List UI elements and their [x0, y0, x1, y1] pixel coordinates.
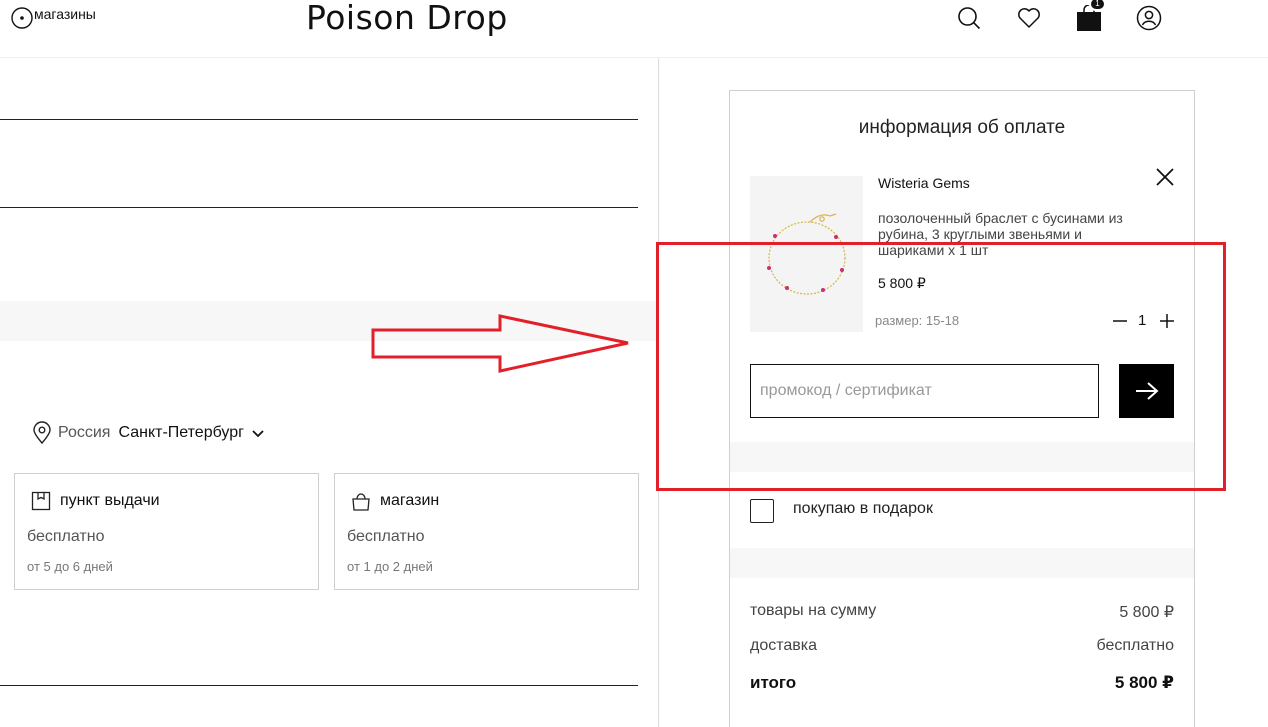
grand-total-value: 5 800 ₽	[1114, 673, 1174, 692]
location-pin-icon	[11, 7, 33, 29]
bracelet-image	[767, 213, 846, 295]
annotation-arrow	[371, 314, 629, 373]
pickup-box-icon	[31, 491, 51, 511]
gift-checkbox[interactable]	[750, 499, 774, 523]
section-band	[730, 442, 1194, 472]
location-selector[interactable]: Россия Санкт-Петербург	[32, 421, 266, 445]
cart-count-badge: 1	[1089, 0, 1106, 11]
delivery-option-title: пункт выдачи	[60, 492, 160, 509]
goods-total-value: 5 800 ₽	[1119, 604, 1174, 621]
summary-title: информация об оплате	[858, 117, 1066, 138]
logo[interactable]: Poison Drop	[306, 0, 508, 37]
stores-link[interactable]: магазины	[10, 6, 96, 29]
shopping-bag-icon	[352, 493, 370, 511]
delivery-value: бесплатно	[1096, 637, 1175, 654]
site-header: магазины Poison Drop 1	[0, 0, 1268, 58]
goods-total-row: товары на сумму 5 800 ₽	[750, 602, 1174, 622]
delivery-option-price: бесплатно	[347, 528, 425, 545]
delivery-option-title: магазин	[380, 492, 440, 509]
apply-promo-button[interactable]	[1119, 364, 1174, 418]
delivery-option-days: от 1 до 2 дней	[347, 559, 433, 574]
delivery-option-pickup[interactable]: пункт выдачи бесплатно от 5 до 6 дней	[14, 473, 319, 590]
quantity-value: 1	[1138, 312, 1147, 329]
product-size: размер: 15-18	[875, 313, 960, 328]
goods-total-label: товары на сумму	[750, 602, 877, 619]
divider	[0, 207, 638, 208]
chevron-down-icon	[252, 430, 264, 438]
arrow-right-icon	[1135, 382, 1159, 400]
divider	[0, 685, 638, 686]
user-icon[interactable]	[1136, 5, 1162, 31]
promo-code-input[interactable]	[750, 364, 1099, 418]
gift-label[interactable]: покупаю в подарок	[793, 500, 933, 518]
delivery-label: доставка	[750, 637, 818, 654]
location-country: Россия	[58, 424, 111, 441]
location-city: Санкт-Петербург	[118, 424, 244, 441]
delivery-option-price: бесплатно	[27, 528, 105, 545]
column-divider	[658, 58, 659, 727]
location-marker-icon	[33, 421, 51, 445]
grand-total-row: итого 5 800 ₽	[750, 673, 1174, 693]
delivery-row: доставка бесплатно	[750, 637, 1174, 655]
product-name[interactable]: Wisteria Gems	[878, 175, 970, 191]
grand-total-label: итого	[750, 673, 797, 692]
divider	[0, 119, 638, 120]
product-image[interactable]	[750, 176, 863, 332]
product-price: 5 800 ₽	[878, 275, 926, 291]
delivery-option-store[interactable]: магазин бесплатно от 1 до 2 дней	[334, 473, 639, 590]
search-icon[interactable]	[956, 5, 982, 31]
quantity-increase-button[interactable]	[1158, 312, 1176, 330]
close-icon[interactable]	[1154, 166, 1176, 188]
delivery-option-days: от 5 до 6 дней	[27, 559, 113, 574]
section-band	[730, 548, 1194, 578]
quantity-decrease-button[interactable]	[1111, 312, 1129, 330]
stores-label: магазины	[34, 6, 96, 22]
product-description: позолоченный браслет с бусинами из рубин…	[878, 210, 1123, 258]
heart-icon[interactable]	[1016, 5, 1042, 31]
